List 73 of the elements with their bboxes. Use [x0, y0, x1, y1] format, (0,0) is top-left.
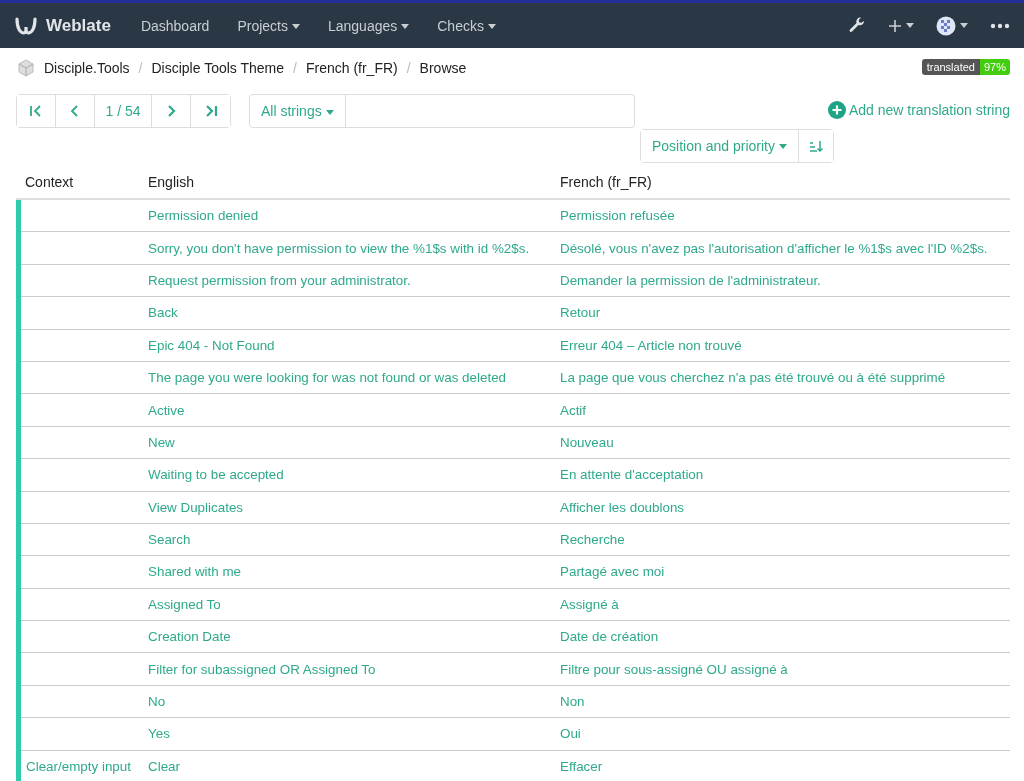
translation-link[interactable]: Erreur 404 – Article non trouvé — [560, 337, 742, 353]
breadcrumb-link[interactable]: French (fr_FR) — [305, 60, 398, 76]
sort-dropdown[interactable]: Position and priority — [641, 130, 799, 162]
translation-link[interactable]: Retour — [560, 305, 601, 321]
source-string-link[interactable]: No — [148, 694, 166, 710]
add-menu[interactable] — [888, 18, 914, 33]
avatar-icon — [936, 15, 956, 36]
source-string-link[interactable]: New — [148, 434, 175, 450]
caret-icon — [906, 23, 914, 28]
translation-link[interactable]: Afficher les doublons — [560, 499, 685, 515]
breadcrumb-separator: / — [293, 60, 297, 76]
source-string-link[interactable]: Active — [148, 402, 185, 418]
caret-icon — [325, 109, 334, 115]
translation-link[interactable]: Date de création — [560, 629, 659, 645]
plus-circle-icon — [827, 101, 846, 119]
source-string-link[interactable]: Epic 404 - Not Found — [148, 337, 275, 353]
nav-link[interactable]: Languages — [313, 17, 424, 34]
first-page-button[interactable] — [17, 95, 56, 127]
breadcrumb-link[interactable]: Browse — [419, 60, 467, 76]
translation-link[interactable]: Nouveau — [560, 434, 614, 450]
translation-link[interactable]: Permission refusée — [560, 208, 675, 224]
translation-link[interactable]: Demander la permission de l'administrateur. — [560, 272, 821, 288]
source-string-link[interactable]: Assigned To — [148, 596, 221, 612]
column-header: Context — [25, 173, 74, 190]
source-string-link[interactable]: Sorry, you don't have permission to view the %1$s with id %2$s. — [148, 240, 530, 256]
brand-name[interactable]: Weblate — [46, 15, 111, 36]
translation-link[interactable]: Recherche — [560, 532, 625, 548]
translation-link[interactable]: Assigné à — [560, 596, 619, 612]
translation-link[interactable]: En attente d'acceptation — [560, 467, 704, 483]
nav-link[interactable]: Projects — [223, 17, 314, 34]
caret-icon — [960, 23, 968, 28]
column-header: English — [148, 173, 194, 190]
translation-link[interactable]: Effacer — [560, 758, 603, 774]
first-page-icon — [29, 104, 43, 118]
logo-icon[interactable] — [14, 15, 38, 36]
context-text: Clear/empty input — [26, 758, 131, 774]
breadcrumb-link[interactable]: Disciple.Tools — [44, 60, 130, 76]
nav-link[interactable]: Checks — [423, 17, 510, 34]
source-string-link[interactable]: Shared with me — [148, 564, 242, 580]
source-string-link[interactable]: Request permission from your administrator. — [148, 272, 411, 288]
user-menu[interactable] — [936, 15, 968, 36]
plus-icon — [888, 18, 902, 33]
caret-icon — [778, 143, 787, 149]
translation-link[interactable]: Filtre pour sous-assigné OU assigné à — [560, 661, 788, 677]
nav-link[interactable]: Dashboard — [126, 17, 224, 34]
translation-link[interactable]: Partagé avec moi — [560, 564, 665, 580]
breadcrumb-separator: / — [138, 60, 143, 76]
wrench-icon[interactable] — [848, 16, 866, 35]
sort-icon — [808, 139, 823, 153]
source-string-link[interactable]: Clear — [148, 758, 180, 774]
translation-link[interactable]: La page que vous cherchez n'a pas été trouvé ou à été supprimé — [560, 370, 946, 386]
source-string-link[interactable]: Back — [148, 305, 178, 321]
translation-link[interactable]: Oui — [560, 726, 581, 742]
last-page-icon — [203, 104, 218, 118]
source-string-link[interactable]: Permission denied — [148, 208, 259, 224]
filter-dropdown[interactable]: All strings — [249, 94, 346, 128]
column-header: French (fr_FR) — [560, 173, 652, 190]
translation-link[interactable]: Non — [560, 694, 585, 710]
translation-link[interactable]: Désolé, vous n'avez pas l'autorisation d'afficher le %1$s avec l'ID %2$s. — [560, 240, 988, 256]
source-string-link[interactable]: Creation Date — [148, 629, 231, 645]
source-string-link[interactable]: Filter for subassigned OR Assigned To — [148, 661, 376, 677]
source-string-link[interactable]: Yes — [148, 726, 170, 742]
cube-icon — [16, 58, 36, 78]
breadcrumb-link[interactable]: Disciple Tools Theme — [151, 60, 285, 76]
source-string-link[interactable]: View Duplicates — [148, 499, 244, 515]
add-string-link[interactable]: Add new translation string — [827, 101, 1010, 119]
more-icon[interactable] — [990, 22, 1010, 29]
search-field[interactable] — [345, 94, 635, 128]
source-string-link[interactable]: Search — [148, 532, 191, 548]
breadcrumb-separator: / — [406, 60, 411, 76]
source-string-link[interactable]: The page you were looking for was not found or was deleted — [148, 370, 507, 386]
translation-link[interactable]: Actif — [560, 402, 587, 418]
source-string-link[interactable]: Waiting to be accepted — [148, 467, 284, 483]
